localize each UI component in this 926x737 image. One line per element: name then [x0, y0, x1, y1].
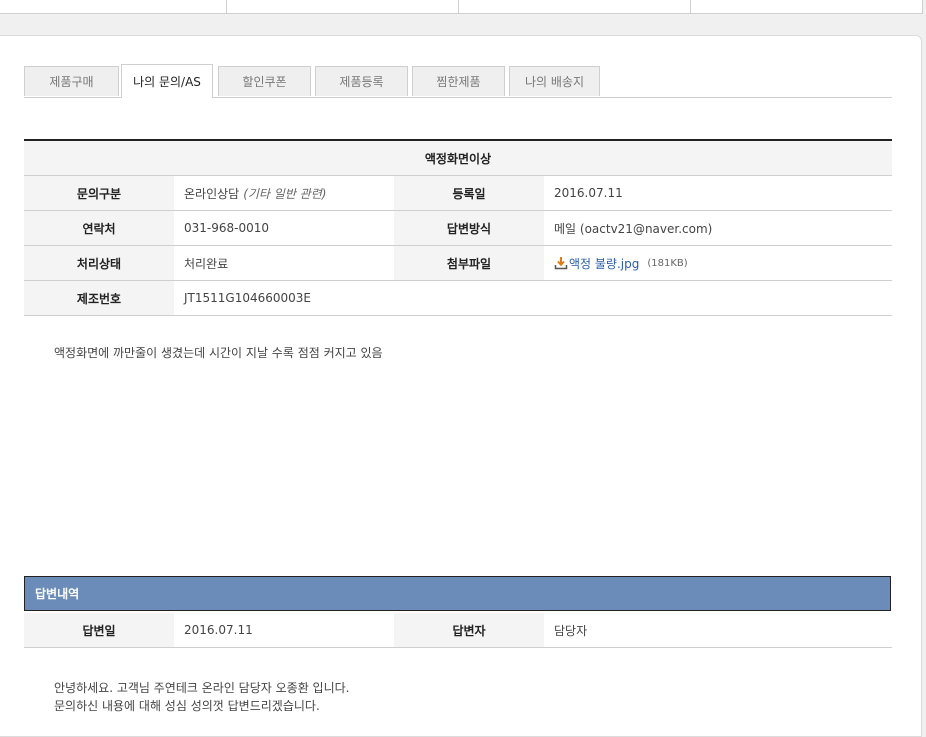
table-row: 연락처 031-968-0010 답변방식 메일 (oactv21@naver.…	[24, 211, 892, 246]
table-row: 제조번호 JT1511G104660003E	[24, 281, 892, 316]
top-strip-segment	[691, 0, 921, 13]
answer-author-label: 답변자	[394, 613, 544, 647]
category-main: 온라인상담	[184, 186, 240, 201]
attachment-value: 액정 불량.jpg (181KB)	[544, 246, 892, 280]
category-sub: (기타 일반 관련)	[243, 186, 327, 201]
answer-table: 답변일 2016.07.11 답변자 담당자	[24, 613, 892, 648]
tab-product-purchase[interactable]: 제품구매	[24, 66, 119, 96]
attachment-size: (181KB)	[647, 257, 688, 269]
top-strip-segment	[0, 0, 227, 13]
top-strip	[0, 0, 923, 14]
tab-my-inquiry-as[interactable]: 나의 문의/AS	[121, 64, 213, 98]
serial-label: 제조번호	[24, 281, 174, 315]
category-value: 온라인상담 (기타 일반 관련)	[174, 176, 394, 210]
status-label: 처리상태	[24, 246, 174, 280]
contact-label: 연락처	[24, 211, 174, 245]
registered-date-label: 등록일	[394, 176, 544, 210]
status-value: 처리완료	[184, 256, 229, 271]
answer-body-line: 문의하신 내용에 대해 성심 성의껏 답변드리겠습니다.	[54, 699, 320, 713]
tab-bar: 제품구매 나의 문의/AS 할인쿠폰 제품등록 찜한제품 나의 배송지	[24, 64, 892, 98]
tab-product-registration[interactable]: 제품등록	[315, 66, 408, 96]
contact-value: 031-968-0010	[184, 221, 270, 235]
registered-date-value: 2016.07.11	[554, 186, 623, 200]
answer-header: 답변내역	[24, 576, 891, 611]
table-row: 문의구분 온라인상담 (기타 일반 관련) 등록일 2016.07.11	[24, 176, 892, 211]
answer-body-line: 안녕하세요. 고객님 주연테크 온라인 담당자 오종환 입니다.	[54, 681, 350, 695]
attachment-filename: 액정 불량.jpg	[569, 256, 640, 271]
table-row: 처리상태 처리완료 첨부파일 액정 불량.jpg (181KB)	[24, 246, 892, 281]
tab-wishlist[interactable]: 찜한제품	[412, 66, 505, 96]
reply-method-label: 답변방식	[394, 211, 544, 245]
top-strip-segment	[227, 0, 459, 13]
inquiry-detail-table: 액정화면이상 문의구분 온라인상담 (기타 일반 관련) 등록일 2016.07…	[24, 139, 892, 316]
answer-body: 안녕하세요. 고객님 주연테크 온라인 담당자 오종환 입니다. 문의하신 내용…	[54, 679, 349, 715]
inquiry-title-row: 액정화면이상	[24, 141, 892, 176]
answer-date-label: 답변일	[24, 613, 174, 647]
answer-author-value: 담당자	[554, 623, 588, 638]
inquiry-body: 액정화면에 까만줄이 생겼는데 시간이 지날 수록 점점 커지고 있음	[54, 346, 383, 360]
reply-method-value: 메일 (oactv21@naver.com)	[554, 221, 713, 236]
serial-value: JT1511G104660003E	[184, 291, 312, 305]
inquiry-title: 액정화면이상	[424, 151, 492, 166]
attachment-label: 첨부파일	[394, 246, 544, 280]
table-row: 답변일 2016.07.11 답변자 담당자	[24, 613, 892, 648]
top-strip-segment	[459, 0, 691, 13]
attachment-link[interactable]: 액정 불량.jpg	[554, 255, 639, 272]
download-icon	[554, 257, 568, 270]
tab-discount-coupon[interactable]: 할인쿠폰	[218, 66, 311, 96]
answer-date-value: 2016.07.11	[184, 623, 253, 637]
category-label: 문의구분	[24, 176, 174, 210]
tab-my-shipping-address[interactable]: 나의 배송지	[509, 66, 600, 96]
